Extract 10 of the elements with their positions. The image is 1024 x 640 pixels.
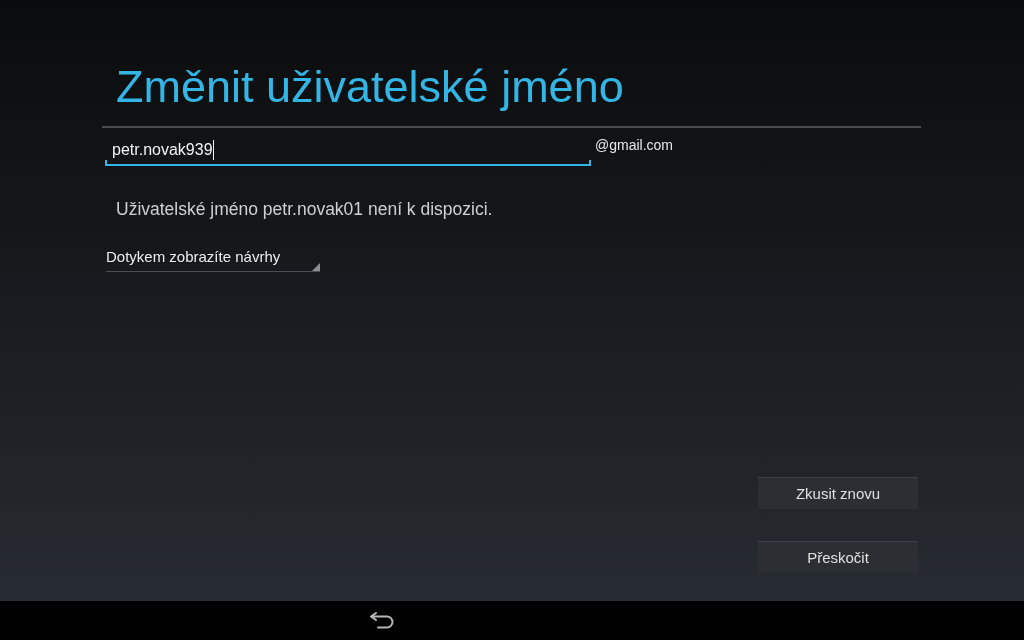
back-icon[interactable] [368, 612, 396, 629]
action-button[interactable]: Přeskočit [758, 541, 918, 573]
screen-title: Změnit uživatelské jméno [102, 58, 921, 128]
availability-message: Uživatelské jméno petr.novak01 není k dispozici. [116, 198, 494, 220]
action-button[interactable]: Zkusit znovu [758, 477, 918, 509]
domain-suffix: @gmail.com [595, 137, 673, 153]
text-cursor-icon [212, 139, 214, 160]
suggestions-dropdown[interactable]: Dotykem zobrazíte návrhy [106, 245, 320, 272]
dropdown-triangle-icon [312, 263, 320, 271]
username-field[interactable]: petr.novak939 [105, 135, 591, 166]
